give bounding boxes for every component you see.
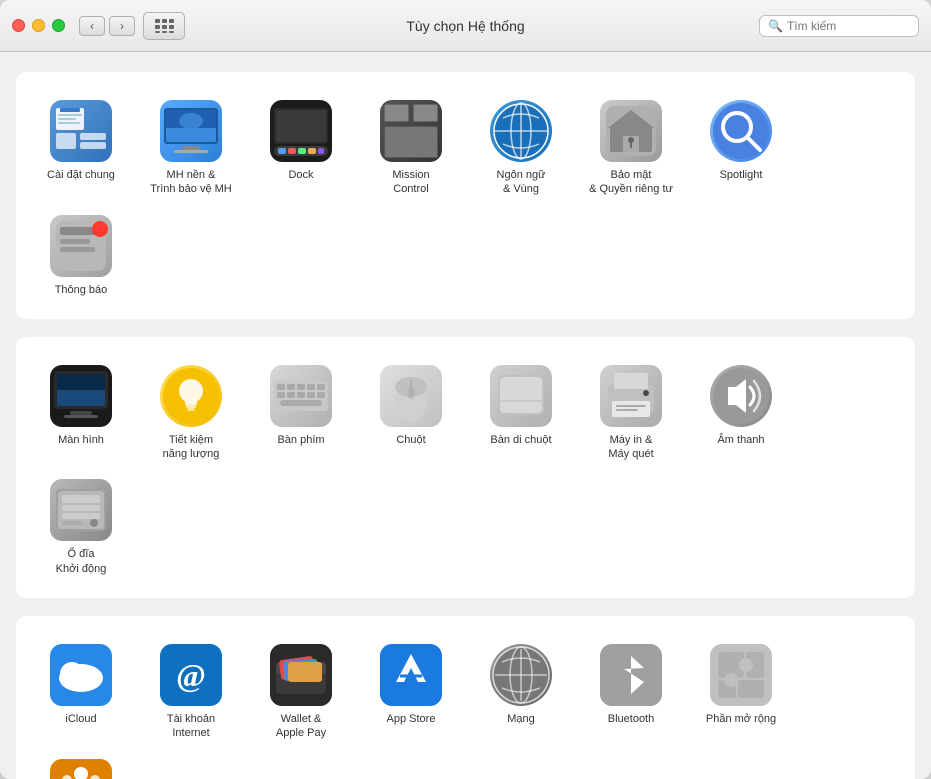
pref-network-label: Mạng	[507, 712, 535, 726]
maximize-button[interactable]	[52, 19, 65, 32]
pref-energy-label: Tiết kiệmnăng lượng	[163, 433, 220, 462]
pref-spotlight-label: Spotlight	[720, 168, 763, 182]
pref-desktop[interactable]: MH nền &Trình bảo vệ MH	[136, 90, 246, 205]
pref-bluetooth[interactable]: Bluetooth	[576, 634, 686, 749]
grid-view-button[interactable]	[143, 12, 185, 40]
pref-trackpad-label: Bàn di chuột	[490, 433, 551, 447]
pref-keyboard-label: Bàn phím	[277, 433, 324, 447]
pref-dock-label: Dock	[288, 168, 313, 182]
pref-display[interactable]: Màn hình	[26, 355, 136, 470]
pref-security[interactable]: Bảo mật& Quyền riêng tư	[576, 90, 686, 205]
pref-extensions[interactable]: Phần mở rộng	[686, 634, 796, 749]
pref-mission[interactable]: MissionControl	[356, 90, 466, 205]
pref-notification[interactable]: Thông báo	[26, 205, 136, 305]
pref-mouse[interactable]: Chuột	[356, 355, 466, 470]
traffic-lights	[12, 19, 65, 32]
pref-language-label: Ngôn ngữ& Vùng	[497, 168, 546, 197]
search-box[interactable]: 🔍	[759, 15, 919, 37]
pref-mission-label: MissionControl	[392, 168, 429, 197]
pref-icloud[interactable]: iCloud	[26, 634, 136, 749]
pref-print[interactable]: Máy in &Máy quét	[576, 355, 686, 470]
pref-print-label: Máy in &Máy quét	[608, 433, 653, 462]
pref-wallet[interactable]: Wallet &Apple Pay	[246, 634, 356, 749]
close-button[interactable]	[12, 19, 25, 32]
pref-appstore-label: App Store	[387, 712, 436, 726]
pref-network[interactable]: Mạng	[466, 634, 576, 749]
pref-extensions-label: Phần mở rộng	[706, 712, 776, 726]
pref-internet-label: Tài khoảnInternet	[167, 712, 215, 741]
pref-desktop-label: MH nền &Trình bảo vệ MH	[150, 168, 232, 197]
pref-trackpad[interactable]: Bàn di chuột	[466, 355, 576, 470]
pref-appstore[interactable]: App Store	[356, 634, 466, 749]
pref-startup-label: Ổ đĩaKhởi động	[56, 547, 107, 576]
pref-sharing[interactable]: Chia sẻ	[26, 749, 136, 779]
pref-spotlight[interactable]: Spotlight	[686, 90, 796, 205]
pref-general[interactable]: Cài đặt chung	[26, 90, 136, 205]
pref-keyboard[interactable]: Bàn phím	[246, 355, 356, 470]
pref-mouse-label: Chuột	[396, 433, 425, 447]
forward-button[interactable]: ›	[109, 16, 135, 36]
pref-notification-label: Thông báo	[55, 283, 108, 297]
pref-dock[interactable]: Dock	[246, 90, 356, 205]
icon-grid-row3: iCloud @ Tài khoảnInternet	[26, 634, 905, 779]
pref-bluetooth-label: Bluetooth	[608, 712, 654, 726]
svg-text:@: @	[176, 657, 206, 693]
search-input[interactable]	[787, 19, 910, 33]
section-row3: iCloud @ Tài khoảnInternet	[16, 616, 915, 779]
pref-energy[interactable]: Tiết kiệmnăng lượng	[136, 355, 246, 470]
back-button[interactable]: ‹	[79, 16, 105, 36]
pref-security-label: Bảo mật& Quyền riêng tư	[589, 168, 673, 197]
section-row1: Cài đặt chung MH nền &Trì	[16, 72, 915, 319]
titlebar: ‹ › Tùy chọn Hệ thống 🔍	[0, 0, 931, 52]
pref-general-label: Cài đặt chung	[47, 168, 115, 182]
pref-wallet-label: Wallet &Apple Pay	[276, 712, 326, 741]
pref-icloud-label: iCloud	[65, 712, 96, 726]
window-title: Tùy chọn Hệ thống	[406, 18, 524, 34]
pref-internet[interactable]: @ Tài khoảnInternet	[136, 634, 246, 749]
minimize-button[interactable]	[32, 19, 45, 32]
icon-grid-row2: Màn hình Tiết kiệmnăng lư	[26, 355, 905, 584]
system-preferences-window: ‹ › Tùy chọn Hệ thống 🔍	[0, 0, 931, 779]
pref-language[interactable]: Ngôn ngữ& Vùng	[466, 90, 576, 205]
section-row2: Màn hình Tiết kiệmnăng lư	[16, 337, 915, 598]
pref-startup[interactable]: Ổ đĩaKhởi động	[26, 469, 136, 584]
pref-sound[interactable]: Âm thanh	[686, 355, 796, 470]
pref-sound-label: Âm thanh	[717, 433, 764, 447]
icon-grid-row1: Cài đặt chung MH nền &Trì	[26, 90, 905, 305]
content-area: Cài đặt chung MH nền &Trì	[0, 52, 931, 779]
nav-buttons: ‹ ›	[79, 16, 135, 36]
search-icon: 🔍	[768, 19, 783, 33]
pref-display-label: Màn hình	[58, 433, 104, 447]
